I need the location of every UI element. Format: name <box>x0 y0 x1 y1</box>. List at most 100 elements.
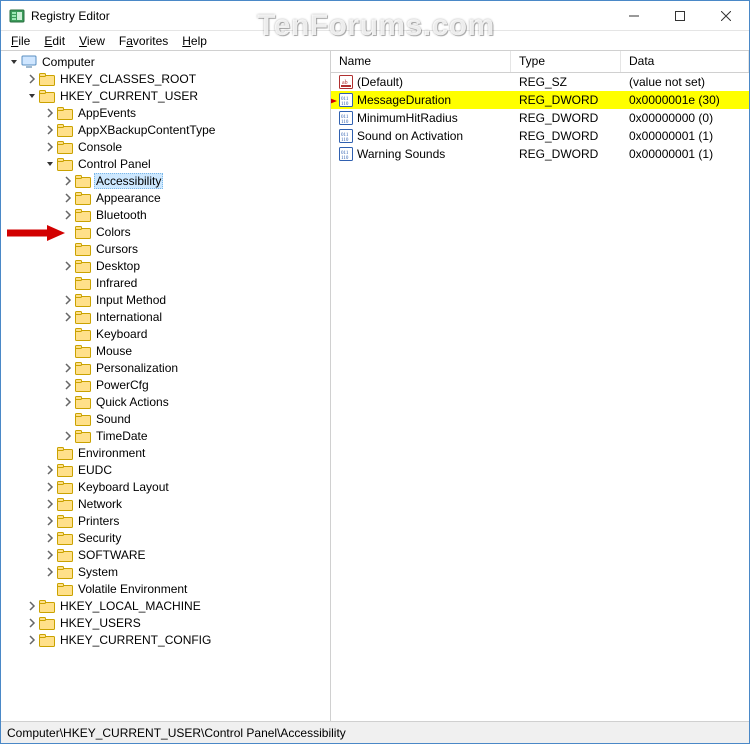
collapse-icon[interactable] <box>43 157 57 171</box>
expand-icon[interactable] <box>43 497 57 511</box>
expand-icon[interactable] <box>43 463 57 477</box>
expand-icon[interactable] <box>25 72 39 86</box>
collapse-icon[interactable] <box>7 55 21 69</box>
tree-item-label: HKEY_CURRENT_USER <box>58 89 200 103</box>
menu-favorites[interactable]: Favorites <box>113 33 174 49</box>
tree-item-label: Bluetooth <box>94 208 149 222</box>
tree-item[interactable]: Quick Actions <box>1 393 330 410</box>
expand-icon[interactable] <box>43 140 57 154</box>
close-button[interactable] <box>703 1 749 31</box>
tree-item[interactable]: EUDC <box>1 461 330 478</box>
menu-edit[interactable]: Edit <box>38 33 71 49</box>
tree-item[interactable]: Volatile Environment <box>1 580 330 597</box>
folder-icon <box>75 276 91 290</box>
minimize-icon <box>629 11 639 21</box>
tree-item[interactable]: Printers <box>1 512 330 529</box>
minimize-button[interactable] <box>611 1 657 31</box>
folder-icon <box>75 412 91 426</box>
expand-icon[interactable] <box>61 378 75 392</box>
expand-icon[interactable] <box>61 259 75 273</box>
tree-item[interactable]: Desktop <box>1 257 330 274</box>
tree-item-label: Mouse <box>94 344 134 358</box>
tree-item[interactable]: HKEY_LOCAL_MACHINE <box>1 597 330 614</box>
tree-item[interactable]: International <box>1 308 330 325</box>
tree-item[interactable]: Accessibility <box>1 172 330 189</box>
tree-item-label: PowerCfg <box>94 378 151 392</box>
value-row[interactable]: MessageDurationREG_DWORD0x0000001e (30) <box>331 91 749 109</box>
value-name-cell: MinimumHitRadius <box>331 111 511 125</box>
tree-item[interactable]: Personalization <box>1 359 330 376</box>
window-title: Registry Editor <box>31 9 110 23</box>
expand-icon[interactable] <box>61 174 75 188</box>
expand-icon[interactable] <box>43 548 57 562</box>
tree-item[interactable]: Input Method <box>1 291 330 308</box>
tree-item[interactable]: Mouse <box>1 342 330 359</box>
tree-item[interactable]: Sound <box>1 410 330 427</box>
tree-item[interactable]: Security <box>1 529 330 546</box>
tree-item[interactable]: Environment <box>1 444 330 461</box>
expand-icon[interactable] <box>43 514 57 528</box>
tree-item-label: Console <box>76 140 124 154</box>
expand-icon[interactable] <box>61 310 75 324</box>
maximize-button[interactable] <box>657 1 703 31</box>
reg-sz-icon <box>339 75 353 89</box>
tree-item[interactable]: SOFTWARE <box>1 546 330 563</box>
tree-item[interactable]: Network <box>1 495 330 512</box>
folder-icon <box>57 514 73 528</box>
tree-item[interactable]: Control Panel <box>1 155 330 172</box>
expand-icon[interactable] <box>61 208 75 222</box>
expand-icon[interactable] <box>43 565 57 579</box>
tree-item[interactable]: PowerCfg <box>1 376 330 393</box>
tree-item[interactable]: TimeDate <box>1 427 330 444</box>
value-row[interactable]: Sound on ActivationREG_DWORD0x00000001 (… <box>331 127 749 145</box>
expand-icon[interactable] <box>43 480 57 494</box>
tree-item-label: AppEvents <box>76 106 138 120</box>
value-type-cell: REG_DWORD <box>511 147 621 161</box>
expand-icon[interactable] <box>61 361 75 375</box>
expand-icon[interactable] <box>25 616 39 630</box>
tree-item[interactable]: Colors <box>1 223 330 240</box>
value-row[interactable]: Warning SoundsREG_DWORD0x00000001 (1) <box>331 145 749 163</box>
expand-icon[interactable] <box>25 633 39 647</box>
tree-item[interactable]: Keyboard <box>1 325 330 342</box>
column-header-data[interactable]: Data <box>621 51 749 72</box>
menu-help[interactable]: Help <box>176 33 213 49</box>
tree-item[interactable]: Keyboard Layout <box>1 478 330 495</box>
menu-file[interactable]: File <box>5 33 36 49</box>
expand-icon[interactable] <box>61 293 75 307</box>
list-body[interactable]: (Default)REG_SZ(value not set)MessageDur… <box>331 73 749 721</box>
tree-item[interactable]: Appearance <box>1 189 330 206</box>
tree-item[interactable]: Infrared <box>1 274 330 291</box>
expand-icon[interactable] <box>61 191 75 205</box>
value-name-text: Warning Sounds <box>357 147 445 161</box>
list-pane: Name Type Data (Default)REG_SZ(value not… <box>331 51 749 721</box>
tree-item[interactable]: AppXBackupContentType <box>1 121 330 138</box>
menu-view[interactable]: View <box>73 33 111 49</box>
tree-item[interactable]: Bluetooth <box>1 206 330 223</box>
tree-item[interactable]: Console <box>1 138 330 155</box>
maximize-icon <box>675 11 685 21</box>
expand-icon[interactable] <box>43 106 57 120</box>
tree-item[interactable]: HKEY_CLASSES_ROOT <box>1 70 330 87</box>
tree-item[interactable]: Computer <box>1 53 330 70</box>
tree-item[interactable]: Cursors <box>1 240 330 257</box>
tree-item[interactable]: AppEvents <box>1 104 330 121</box>
folder-icon <box>75 191 91 205</box>
expand-icon[interactable] <box>25 599 39 613</box>
tree-item[interactable]: HKEY_USERS <box>1 614 330 631</box>
value-name-cell: Warning Sounds <box>331 147 511 161</box>
tree-item[interactable]: HKEY_CURRENT_USER <box>1 87 330 104</box>
expand-icon[interactable] <box>61 395 75 409</box>
tree-item-label: EUDC <box>76 463 114 477</box>
collapse-icon[interactable] <box>25 89 39 103</box>
expand-icon[interactable] <box>43 123 57 137</box>
column-header-type[interactable]: Type <box>511 51 621 72</box>
tree-pane[interactable]: ComputerHKEY_CLASSES_ROOT HKEY_CURRENT_US… <box>1 51 331 721</box>
tree-item[interactable]: HKEY_CURRENT_CONFIG <box>1 631 330 648</box>
column-header-name[interactable]: Name <box>331 51 511 72</box>
expand-icon[interactable] <box>61 429 75 443</box>
expand-icon[interactable] <box>43 531 57 545</box>
tree-item[interactable]: System <box>1 563 330 580</box>
value-row[interactable]: MinimumHitRadiusREG_DWORD0x00000000 (0) <box>331 109 749 127</box>
value-row[interactable]: (Default)REG_SZ(value not set) <box>331 73 749 91</box>
